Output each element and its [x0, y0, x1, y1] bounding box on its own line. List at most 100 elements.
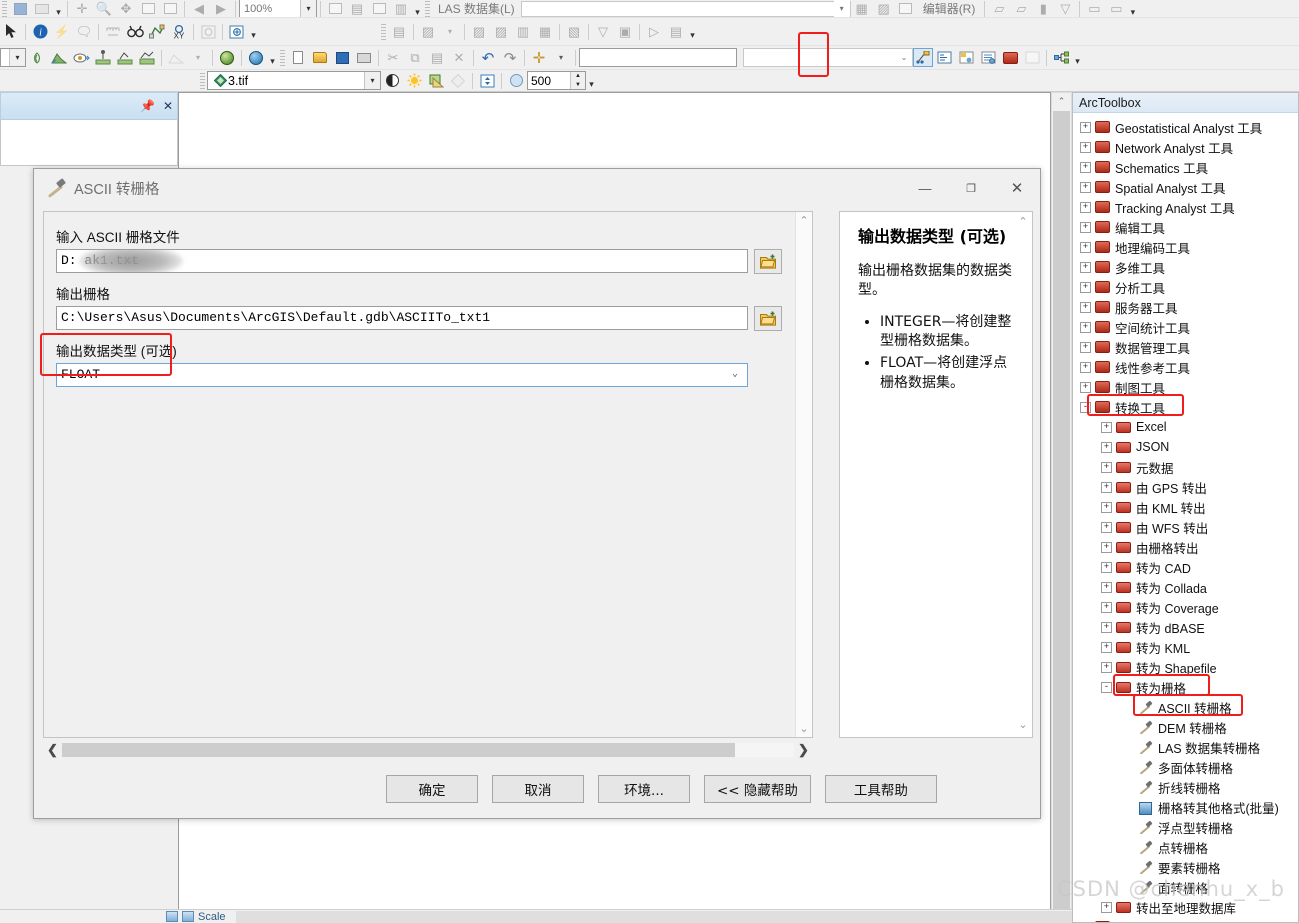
- select-arrow-icon[interactable]: [0, 22, 22, 42]
- output-datatype-select[interactable]: FLOAT ⌄: [56, 363, 748, 387]
- arctoolbox-panel[interactable]: ArcToolbox +Geostatistical Analyst 工具+Ne…: [1072, 92, 1299, 923]
- chevron-down-icon[interactable]: ▾: [834, 0, 850, 17]
- rectify-icon[interactable]: ▣: [614, 22, 636, 42]
- forward-extent-icon[interactable]: ▶: [210, 0, 232, 18]
- construct-geometry-icon[interactable]: ▭: [1105, 0, 1127, 18]
- collapse-icon[interactable]: -: [1080, 402, 1091, 413]
- toolbar-row-tools[interactable]: i ⚡ 🗨 XY: [0, 18, 1299, 46]
- form-vertical-scrollbar[interactable]: ⌃ ⌄: [795, 212, 812, 737]
- paste-icon[interactable]: ▤: [426, 48, 448, 68]
- chevron-down-icon[interactable]: ⌄: [896, 49, 912, 66]
- ascii-to-raster-dialog[interactable]: ASCII 转栅格 — ❐ ✕ 输入 ASCII 栅格文件 D: ak1.txt: [33, 168, 1041, 819]
- chevron-down-icon[interactable]: ▾: [300, 0, 316, 17]
- arctoolbox-tree-item[interactable]: +空间统计工具: [1073, 317, 1298, 337]
- terrain-icon[interactable]: [48, 48, 70, 68]
- table-of-contents-body[interactable]: [0, 120, 178, 166]
- effects-layer-combo[interactable]: 3.tif ▾: [207, 71, 381, 90]
- expand-icon[interactable]: +: [1080, 302, 1091, 313]
- toolbar-overflow-icon[interactable]: [248, 23, 259, 41]
- delete-links-icon[interactable]: ▤: [665, 22, 687, 42]
- save-icon[interactable]: [9, 0, 31, 18]
- toolbar-row-3d-analyst[interactable]: ▾ ▾: [0, 46, 1299, 70]
- page-setup-icon[interactable]: [368, 0, 390, 18]
- eye-icon[interactable]: [70, 48, 92, 68]
- scroll-left-icon[interactable]: ❮: [43, 742, 62, 758]
- flicker-interval-spinner[interactable]: ▲ ▼: [527, 71, 586, 90]
- map-vertical-scrollbar[interactable]: ⌃: [1051, 92, 1072, 912]
- pan-icon[interactable]: ✥: [115, 0, 137, 18]
- area-volume-icon[interactable]: [165, 48, 187, 68]
- scroll-up-icon[interactable]: ⌃: [1052, 93, 1071, 110]
- print-icon[interactable]: [31, 0, 53, 18]
- expand-icon[interactable]: +: [1080, 262, 1091, 273]
- arctoolbox-tree-item[interactable]: 折线转栅格: [1073, 777, 1298, 797]
- full-extent-icon[interactable]: [137, 0, 159, 18]
- expand-icon[interactable]: +: [1080, 282, 1091, 293]
- toolbar-grip[interactable]: [425, 1, 430, 17]
- update-georeferencing-icon[interactable]: ▽: [592, 22, 614, 42]
- time-slider-icon[interactable]: [197, 22, 219, 42]
- arctoolbox-tree-item[interactable]: 栅格转其他格式(批量): [1073, 797, 1298, 817]
- arctoolbox-tree-item[interactable]: +编辑工具: [1073, 217, 1298, 237]
- new-icon[interactable]: [287, 48, 309, 68]
- ok-button[interactable]: 确定: [386, 775, 478, 803]
- georeferencing-icon[interactable]: ▤: [388, 22, 410, 42]
- las-display-icon[interactable]: ▦: [851, 0, 873, 18]
- expand-icon[interactable]: +: [1080, 382, 1091, 393]
- scale-icon[interactable]: ▨: [490, 22, 512, 42]
- undo-icon[interactable]: ↶: [477, 48, 499, 68]
- fixed-zoom-icon[interactable]: [159, 0, 181, 18]
- form-horizontal-scrollbar[interactable]: ❮ ❯: [43, 739, 813, 761]
- arctoolbox-tree-item[interactable]: +Spatial Analyst 工具: [1073, 177, 1298, 197]
- spinner-buttons[interactable]: ▲ ▼: [570, 72, 585, 89]
- expand-icon[interactable]: +: [1101, 662, 1112, 673]
- model-builder-icon[interactable]: [913, 48, 933, 67]
- arctoolbox-tree-item[interactable]: ASCII 转栅格: [1073, 697, 1298, 717]
- brightness-icon[interactable]: [403, 71, 425, 91]
- expand-icon[interactable]: +: [1101, 482, 1112, 493]
- expand-icon[interactable]: +: [1080, 342, 1091, 353]
- arctoolbox-tree-item[interactable]: +地理编码工具: [1073, 237, 1298, 257]
- expand-icon[interactable]: +: [1080, 202, 1091, 213]
- las-surface-icon[interactable]: [895, 0, 917, 18]
- expand-icon[interactable]: +: [1080, 122, 1091, 133]
- expand-icon[interactable]: +: [1101, 502, 1112, 513]
- construct-points-icon[interactable]: ▭: [1083, 0, 1105, 18]
- arctoolbox-tree-item[interactable]: 要素转栅格: [1073, 857, 1298, 877]
- create-viewer-window-icon[interactable]: [226, 22, 248, 42]
- resolution-icon[interactable]: [505, 71, 527, 91]
- layer-select-combo[interactable]: ▾: [0, 48, 26, 67]
- arctoolbox-tree-item[interactable]: +由栅格转出: [1073, 537, 1298, 557]
- python-window-icon[interactable]: [933, 48, 955, 68]
- arctoolbox-tree-item[interactable]: +转为 Coverage: [1073, 597, 1298, 617]
- expand-icon[interactable]: +: [1101, 582, 1112, 593]
- scroll-up-icon[interactable]: ⌃: [1015, 215, 1031, 231]
- data-view-icon[interactable]: [166, 911, 178, 922]
- expand-icon[interactable]: +: [1080, 922, 1091, 923]
- print-icon[interactable]: [353, 48, 375, 68]
- expand-icon[interactable]: +: [1080, 242, 1091, 253]
- find-route-icon[interactable]: [146, 22, 168, 42]
- zoom-page-icon[interactable]: ▥: [390, 0, 412, 18]
- arctoolbox-tree-item[interactable]: +元数据: [1073, 457, 1298, 477]
- arctoolbox-tree-item[interactable]: +JSON: [1073, 437, 1298, 457]
- arctoolbox-tree-item[interactable]: +Geostatistical Analyst 工具: [1073, 117, 1298, 137]
- toolbar-overflow-icon[interactable]: [53, 0, 64, 18]
- contour-icon[interactable]: [114, 48, 136, 68]
- cut-icon[interactable]: ✂: [382, 48, 404, 68]
- las-points-icon[interactable]: ▨: [873, 0, 895, 18]
- arctoolbox-tree-item[interactable]: LAS 数据集转栅格: [1073, 737, 1298, 757]
- toolbar-overflow-icon[interactable]: [586, 72, 597, 90]
- shift-icon[interactable]: ▨: [468, 22, 490, 42]
- expand-icon[interactable]: +: [1080, 182, 1091, 193]
- expand-icon[interactable]: +: [1080, 142, 1091, 153]
- rotate-icon[interactable]: ▨: [417, 22, 439, 42]
- menu-editor[interactable]: 编辑器(R): [917, 0, 982, 17]
- toolbar-row-effects[interactable]: 3.tif ▾ ▲ ▼: [0, 70, 1299, 92]
- arctoolbox-tree-item[interactable]: +制图工具: [1073, 377, 1298, 397]
- measure-icon[interactable]: [102, 22, 124, 42]
- arctoolbox-tree-item[interactable]: +线性参考工具: [1073, 357, 1298, 377]
- minimize-button[interactable]: —: [902, 169, 948, 207]
- toolbar-row-standard-clipped[interactable]: ✛ 🔍 ✥ ◀ ▶ 100% ▾ ▤ ▥ LAS 数据集(L) ▾ ▦ ▨ 编辑…: [0, 0, 1299, 18]
- expand-icon[interactable]: +: [1080, 322, 1091, 333]
